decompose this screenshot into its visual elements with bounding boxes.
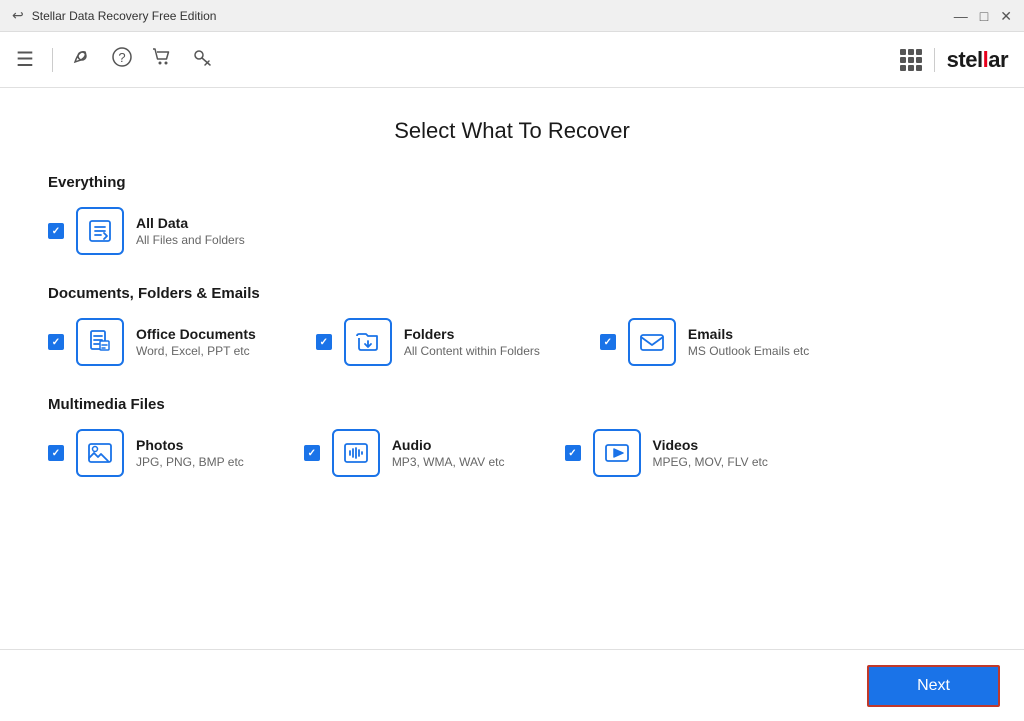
app-title: Stellar Data Recovery Free Edition: [32, 9, 217, 23]
item-emails[interactable]: ✓ Emails MS Outlook Emails etc: [600, 318, 809, 366]
text-photos: Photos JPG, PNG, BMP etc: [136, 437, 244, 469]
svg-text:?: ?: [118, 50, 125, 65]
footer: Next: [0, 649, 1024, 721]
icon-box-photos: [76, 429, 124, 477]
title-bar-controls: — □ ✕: [954, 9, 1012, 23]
item-title-photos: Photos: [136, 437, 244, 453]
key-icon[interactable]: [191, 46, 213, 74]
items-row-documents: ✓ Office Documents Word, Excel, PPT etc: [48, 318, 976, 366]
section-label-documents: Documents, Folders & Emails: [48, 285, 976, 302]
item-all-data[interactable]: ✓ All Data All Files and Folders: [48, 207, 245, 255]
toolbar-divider: [52, 48, 53, 72]
section-everything: Everything ✓ All Data All Files and Fold…: [48, 174, 976, 255]
stellar-logo: stellar: [947, 47, 1008, 73]
title-bar: ↩ Stellar Data Recovery Free Edition — □…: [0, 0, 1024, 32]
text-videos: Videos MPEG, MOV, FLV etc: [653, 437, 768, 469]
help-icon[interactable]: ?: [111, 46, 133, 74]
item-audio[interactable]: ✓ Audio MP3, WMA, WAV etc: [304, 429, 505, 477]
next-button[interactable]: Next: [867, 665, 1000, 707]
section-documents: Documents, Folders & Emails ✓ Office Doc…: [48, 285, 976, 366]
item-videos[interactable]: ✓ Videos MPEG, MOV, FLV etc: [565, 429, 768, 477]
section-label-multimedia: Multimedia Files: [48, 396, 976, 413]
maximize-button[interactable]: □: [980, 9, 988, 23]
menu-icon[interactable]: ☰: [16, 47, 34, 72]
toolbar: ☰ ?: [0, 32, 1024, 88]
checkmark-all-data: ✓: [52, 226, 60, 237]
item-subtitle-emails: MS Outlook Emails etc: [688, 344, 809, 358]
item-subtitle-office-docs: Word, Excel, PPT etc: [136, 344, 256, 358]
icon-box-videos: [593, 429, 641, 477]
item-title-office-docs: Office Documents: [136, 326, 256, 342]
checkmark-folders: ✓: [320, 337, 328, 348]
items-row-everything: ✓ All Data All Files and Folders: [48, 207, 976, 255]
item-title-audio: Audio: [392, 437, 505, 453]
item-folders[interactable]: ✓ Folders All Content within Folders: [316, 318, 540, 366]
checkbox-office-docs[interactable]: ✓: [48, 334, 64, 350]
main-content: Select What To Recover Everything ✓ All …: [0, 88, 1024, 649]
checkmark-videos: ✓: [568, 448, 576, 459]
checkmark-audio: ✓: [308, 448, 316, 459]
undo-icon: ↩: [12, 7, 24, 24]
text-folders: Folders All Content within Folders: [404, 326, 540, 358]
video-icon: [603, 439, 631, 467]
items-row-multimedia: ✓ Photos JPG, PNG, BMP etc ✓: [48, 429, 976, 477]
page-title: Select What To Recover: [48, 118, 976, 144]
alldata-icon: [86, 217, 114, 245]
folder-icon: [354, 328, 382, 356]
item-subtitle-folders: All Content within Folders: [404, 344, 540, 358]
icon-box-audio: [332, 429, 380, 477]
text-all-data: All Data All Files and Folders: [136, 215, 245, 247]
checkbox-folders[interactable]: ✓: [316, 334, 332, 350]
icon-box-office-docs: [76, 318, 124, 366]
cart-icon[interactable]: [151, 46, 173, 74]
email-icon: [638, 328, 666, 356]
edit-icon[interactable]: [71, 46, 93, 74]
item-office-docs[interactable]: ✓ Office Documents Word, Excel, PPT etc: [48, 318, 256, 366]
apps-icon[interactable]: [900, 49, 922, 71]
item-title-folders: Folders: [404, 326, 540, 342]
text-office-docs: Office Documents Word, Excel, PPT etc: [136, 326, 256, 358]
item-subtitle-all-data: All Files and Folders: [136, 233, 245, 247]
checkmark-emails: ✓: [604, 337, 612, 348]
icon-box-folders: [344, 318, 392, 366]
checkbox-videos[interactable]: ✓: [565, 445, 581, 461]
checkbox-all-data[interactable]: ✓: [48, 223, 64, 239]
section-multimedia: Multimedia Files ✓ Photos JPG, PNG, BMP …: [48, 396, 976, 477]
text-emails: Emails MS Outlook Emails etc: [688, 326, 809, 358]
checkbox-audio[interactable]: ✓: [304, 445, 320, 461]
checkbox-emails[interactable]: ✓: [600, 334, 616, 350]
item-title-emails: Emails: [688, 326, 809, 342]
close-button[interactable]: ✕: [1000, 9, 1012, 23]
icon-box-all-data: [76, 207, 124, 255]
audio-icon: [342, 439, 370, 467]
toolbar-divider-2: [934, 48, 935, 72]
item-photos[interactable]: ✓ Photos JPG, PNG, BMP etc: [48, 429, 244, 477]
checkmark-photos: ✓: [52, 448, 60, 459]
item-subtitle-photos: JPG, PNG, BMP etc: [136, 455, 244, 469]
text-audio: Audio MP3, WMA, WAV etc: [392, 437, 505, 469]
photo-icon: [86, 439, 114, 467]
section-label-everything: Everything: [48, 174, 976, 191]
item-title-all-data: All Data: [136, 215, 245, 231]
item-subtitle-videos: MPEG, MOV, FLV etc: [653, 455, 768, 469]
docs-icon: [86, 328, 114, 356]
icon-box-emails: [628, 318, 676, 366]
item-title-videos: Videos: [653, 437, 768, 453]
checkbox-photos[interactable]: ✓: [48, 445, 64, 461]
toolbar-left: ☰ ?: [16, 46, 213, 74]
minimize-button[interactable]: —: [954, 9, 968, 23]
toolbar-right: stellar: [900, 47, 1008, 73]
title-bar-left: ↩ Stellar Data Recovery Free Edition: [12, 7, 216, 24]
checkmark-office-docs: ✓: [52, 337, 60, 348]
item-subtitle-audio: MP3, WMA, WAV etc: [392, 455, 505, 469]
